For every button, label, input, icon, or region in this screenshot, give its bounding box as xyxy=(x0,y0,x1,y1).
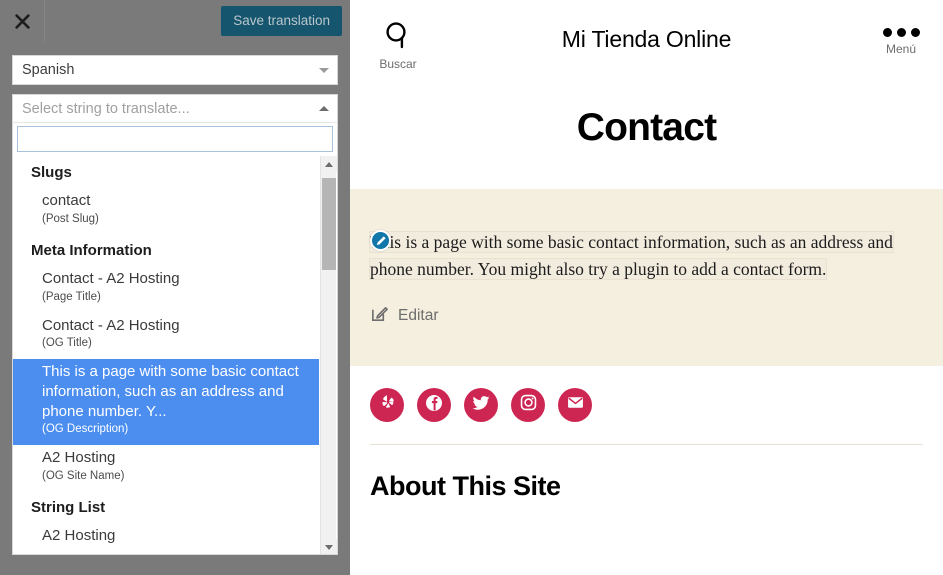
result-option-text: Contact - A2 Hosting xyxy=(42,270,180,288)
result-option-selected[interactable]: This is a page with some basic contact i… xyxy=(13,358,319,445)
string-search-wrap xyxy=(12,123,338,156)
social-link-email[interactable] xyxy=(558,388,592,423)
result-option-type: (Post Slug) xyxy=(42,212,99,225)
social-link-yelp[interactable] xyxy=(370,388,404,423)
result-option-text: contact xyxy=(42,192,91,209)
menu-label: Menú xyxy=(885,42,917,56)
paragraph-wrap: This is a page with some basic contact i… xyxy=(369,229,923,282)
close-button[interactable] xyxy=(0,0,45,42)
social-link-twitter[interactable] xyxy=(464,388,498,423)
yelp-icon xyxy=(378,393,397,417)
language-select-value: Spanish xyxy=(22,62,75,78)
twitter-icon xyxy=(472,393,491,417)
result-option-text: A2 Hosting xyxy=(42,527,116,545)
triangle-down-icon xyxy=(325,544,333,550)
result-option-text: Contact - A2 Hosting xyxy=(42,316,180,334)
section-divider xyxy=(370,444,923,446)
search-label: Buscar xyxy=(379,57,417,71)
string-select[interactable]: Select string to translate... xyxy=(12,94,338,123)
social-link-instagram[interactable] xyxy=(511,388,545,423)
string-results-dropdown[interactable]: Slugs contact (Post Slug) Meta Informati… xyxy=(12,156,338,555)
result-option-type: (OG Description) xyxy=(42,423,129,436)
close-icon xyxy=(14,13,31,30)
result-group-label: String List xyxy=(31,499,106,517)
result-option[interactable]: A2 Hosting (OG Site Name) xyxy=(13,445,319,491)
result-group-label: Slugs xyxy=(31,164,72,181)
translation-panel: Save translation Spanish Select string t… xyxy=(0,0,350,575)
screen: Save translation Spanish Select string t… xyxy=(0,0,943,575)
string-results-list: Slugs contact (Post Slug) Meta Informati… xyxy=(13,156,319,553)
string-search-input[interactable] xyxy=(17,126,333,152)
result-option[interactable]: A2 Hosting xyxy=(13,523,319,553)
about-section-title: About This Site xyxy=(370,471,561,502)
result-option-text: A2 Hosting xyxy=(42,448,116,466)
string-select-placeholder: Select string to translate... xyxy=(22,100,190,117)
social-links xyxy=(350,366,943,423)
result-option[interactable]: Contact - A2 Hosting (Page Title) xyxy=(13,266,319,312)
pencil-square-icon xyxy=(370,304,389,328)
facebook-icon xyxy=(424,393,444,418)
result-option[interactable]: Contact - A2 Hosting (OG Title) xyxy=(13,313,319,359)
page-paragraph[interactable]: This is a page with some basic contact i… xyxy=(369,231,894,280)
site-header: Buscar Mi Tienda Online Menú xyxy=(350,0,943,82)
menu-button[interactable]: Menú xyxy=(877,28,925,56)
content-block: This is a page with some basic contact i… xyxy=(350,189,943,367)
chevron-up-icon xyxy=(319,105,329,111)
social-link-facebook[interactable] xyxy=(417,388,451,423)
result-option-type: (OG Title) xyxy=(42,337,92,350)
result-option-text: This is a page with some basic contact i… xyxy=(42,362,299,420)
scroll-down-button[interactable] xyxy=(321,539,337,554)
edit-link-label: Editar xyxy=(398,307,439,325)
chevron-down-icon xyxy=(319,68,329,73)
triangle-up-icon xyxy=(325,161,333,167)
page-title: Contact xyxy=(576,106,717,149)
result-option-type: (OG Site Name) xyxy=(42,469,125,482)
scroll-up-button[interactable] xyxy=(321,156,337,172)
ellipsis-icon xyxy=(877,28,925,37)
translation-body: Spanish Select string to translate... Sl… xyxy=(0,55,350,555)
edit-link[interactable]: Editar xyxy=(370,304,923,328)
save-translation-button[interactable]: Save translation xyxy=(221,6,342,36)
edit-badge-icon[interactable] xyxy=(370,230,391,251)
translation-toolbar: Save translation xyxy=(0,0,350,42)
result-group-label: Meta Information xyxy=(31,242,152,260)
site-title[interactable]: Mi Tienda Online xyxy=(350,26,943,53)
results-scrollbar[interactable] xyxy=(320,156,337,554)
result-option[interactable]: contact (Post Slug) xyxy=(13,188,319,234)
result-option-type: (Page Title) xyxy=(42,291,101,304)
instagram-icon xyxy=(519,393,538,417)
site-preview: Buscar Mi Tienda Online Menú Contact Thi… xyxy=(350,0,943,575)
email-icon xyxy=(566,393,585,417)
language-select[interactable]: Spanish xyxy=(12,55,338,85)
scrollbar-thumb[interactable] xyxy=(322,178,336,270)
